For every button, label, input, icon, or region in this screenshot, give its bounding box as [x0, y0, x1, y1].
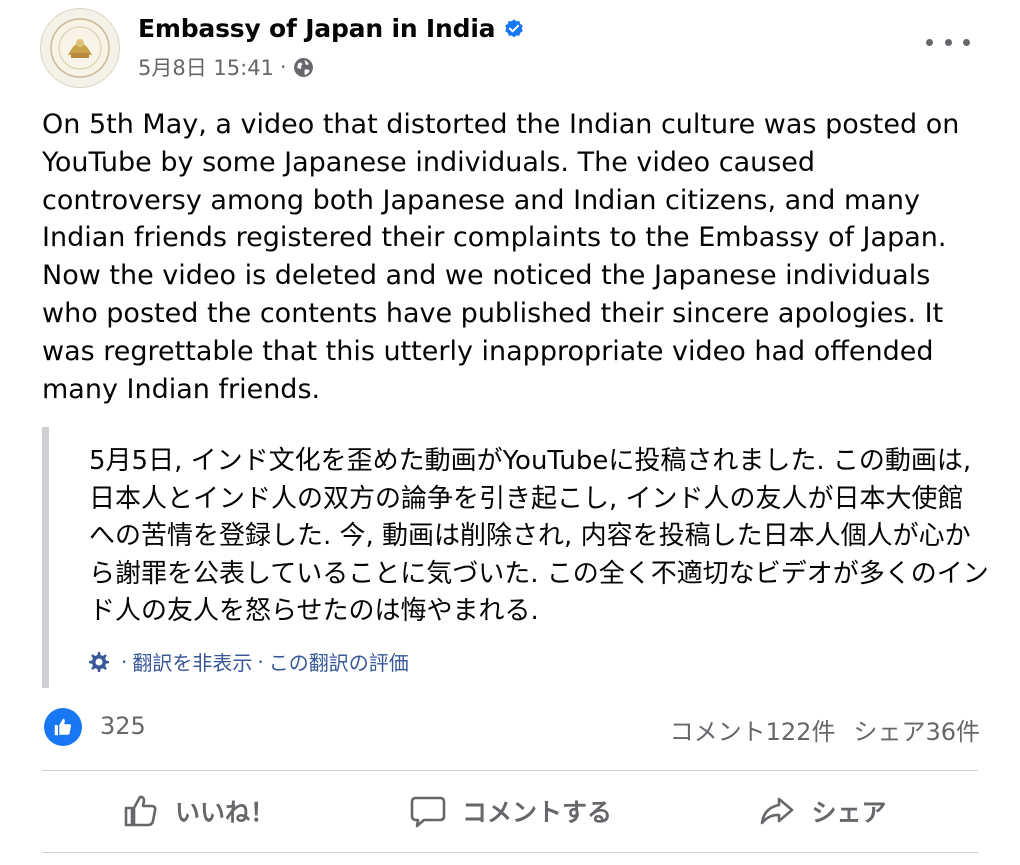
comment-label: コメントする — [461, 798, 612, 827]
more-dot — [944, 38, 952, 46]
avatar[interactable] — [40, 8, 120, 88]
like-label: いいね！ — [174, 798, 275, 827]
more-options-icon[interactable] — [926, 32, 970, 52]
verified-badge-icon — [505, 18, 524, 37]
globe-icon — [293, 57, 313, 77]
gear-icon[interactable] — [87, 650, 111, 674]
comment-count[interactable]: コメント122件 — [670, 712, 836, 747]
post-body: On 5th May, a video that distorted the I… — [42, 109, 960, 405]
divider — [42, 770, 978, 771]
thumbs-up-outline-icon — [124, 795, 157, 827]
more-dot — [926, 38, 933, 46]
translation-separator: · — [257, 649, 264, 674]
comment-button[interactable]: コメントする — [354, 772, 666, 850]
share-label: シェア — [811, 798, 887, 827]
rate-translation-link[interactable]: この翻訳の評価 — [269, 647, 409, 676]
share-count[interactable]: シェア36件 — [853, 712, 980, 747]
more-dot — [963, 38, 970, 46]
post-timestamp[interactable]: 5月8日 15:41 — [138, 52, 274, 82]
stats-gap — [835, 712, 853, 747]
post-stats: 325 コメント122件 シェア36件 — [44, 706, 980, 750]
action-bar: いいね！ コメントする シェア — [42, 772, 978, 850]
embassy-seal-icon — [50, 18, 110, 78]
speech-bubble-icon — [410, 796, 446, 828]
divider — [42, 852, 978, 853]
meta-separator: · — [279, 55, 287, 79]
post-header: Embassy of Japan in India 5月8日 15:41 · — [40, 8, 980, 88]
like-count[interactable]: 325 — [100, 712, 146, 740]
translation-text: 5月5日, インド文化を歪めた動画がYouTubeに投稿されました. この動画は… — [89, 446, 989, 626]
hide-translation-link[interactable]: 翻訳を非表示 — [132, 647, 252, 676]
like-button[interactable]: いいね！ — [42, 772, 354, 850]
translation-separator: · — [121, 649, 128, 674]
post-meta: 5月8日 15:41 · — [138, 52, 314, 82]
translation-block: 5月5日, インド文化を歪めた動画がYouTubeに投稿されました. この動画は… — [42, 427, 989, 688]
share-button[interactable]: シェア — [666, 772, 978, 850]
author-name[interactable]: Embassy of Japan in India — [138, 14, 496, 43]
share-arrow-icon — [761, 797, 794, 825]
thumbs-up-icon[interactable] — [44, 708, 82, 746]
translation-footer: · 翻訳を非表示 · この翻訳の評価 — [87, 647, 409, 676]
thumbs-up-glyph — [54, 718, 71, 736]
